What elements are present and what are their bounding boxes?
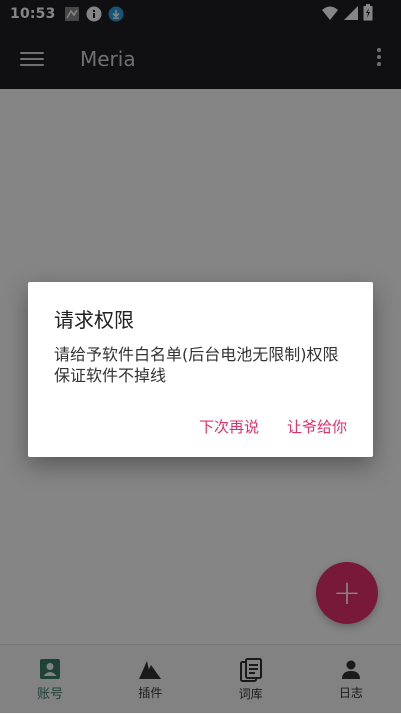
permission-dialog: 请求权限 请给予软件白名单(后台电池无限制)权限保证软件不掉线 下次再说 让爷给…: [28, 282, 373, 457]
allow-button[interactable]: 让爷给你: [287, 416, 347, 437]
dialog-message: 请给予软件白名单(后台电池无限制)权限保证软件不掉线: [54, 345, 339, 385]
dialog-actions: 下次再说 让爷给你: [199, 416, 347, 437]
later-button[interactable]: 下次再说: [199, 416, 259, 437]
dialog-title: 请求权限: [54, 308, 134, 332]
